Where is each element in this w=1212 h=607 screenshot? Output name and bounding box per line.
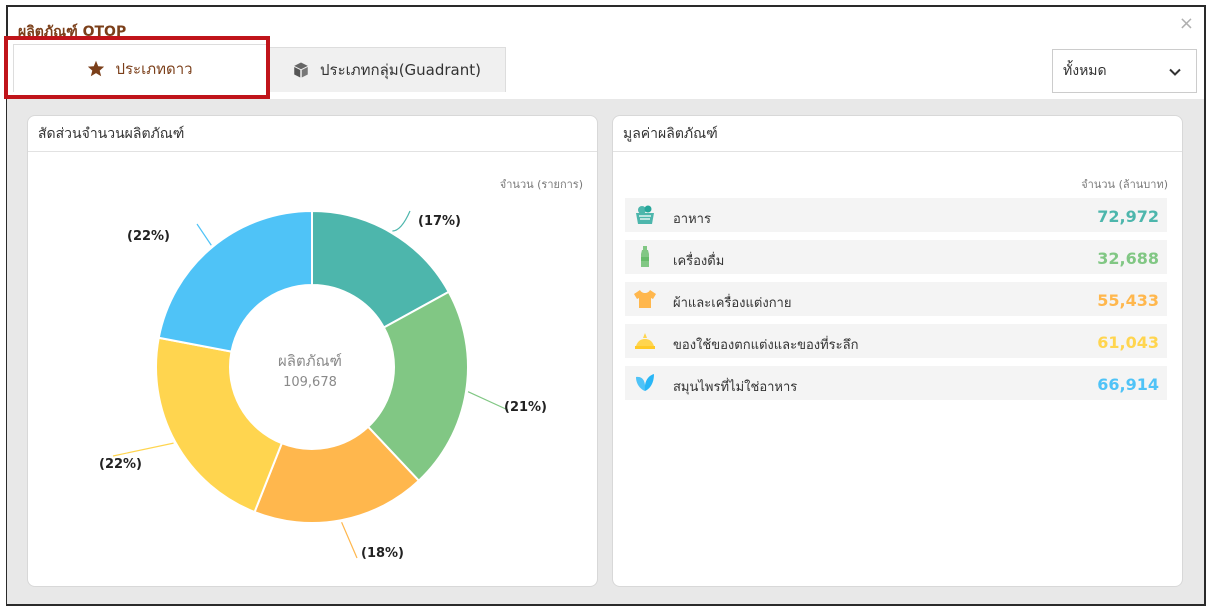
title-bar: ผลิตภัณฑ์ OTOP × [8, 7, 1204, 49]
pct-label-drink: (21%) [504, 400, 547, 415]
category-filter-select[interactable]: ทั้งหมด [1052, 49, 1197, 93]
center-label: ผลิตภัณฑ์ [278, 352, 342, 370]
row-value: 32,688 [1097, 249, 1159, 268]
leader-line-herb [196, 223, 212, 246]
unit-label: จำนวน (ล้านบาท) [1081, 178, 1168, 191]
row-name: สมุนไพรที่ไม่ใช่อาหาร [673, 380, 798, 395]
pct-label-cloth: (18%) [361, 546, 404, 561]
souvenir-icon [633, 330, 657, 352]
product-share-card: สัดส่วนจำนวนผลิตภัณฑ์ จำนวน (รายการ) ผลิ… [27, 115, 598, 587]
pct-label-souvenir: (22%) [99, 457, 142, 472]
star-icon [87, 60, 105, 77]
value-row-cloth: ผ้าและเครื่องแต่งกาย 55,433 [625, 282, 1167, 316]
row-value: 66,914 [1097, 375, 1159, 394]
leader-line-drink [467, 391, 509, 411]
leader-line-souvenir [112, 442, 174, 457]
box-icon [292, 61, 310, 79]
row-value: 61,043 [1097, 333, 1159, 352]
tab-star-type[interactable]: ประเภทดาว [13, 44, 267, 92]
value-row-souvenir: ของใช้ของตกแต่งและของที่ระลึก 61,043 [625, 324, 1167, 358]
row-name: อาหาร [673, 212, 711, 227]
select-value: ทั้งหมด [1063, 63, 1107, 79]
donut-slice-herb[interactable] [157, 209, 313, 353]
row-value: 55,433 [1097, 291, 1159, 310]
row-name: เครื่องดื่ม [673, 254, 725, 269]
row-name: ของใช้ของตกแต่งและของที่ระลึก [673, 338, 859, 353]
tab-quadrant-type[interactable]: ประเภทกลุ่ม(Guadrant) [267, 47, 506, 92]
pct-label-herb: (22%) [127, 229, 170, 244]
donut-center: ผลิตภัณฑ์ 109,678 [240, 349, 380, 390]
value-row-food: อาหาร 72,972 [625, 198, 1167, 232]
value-row-drink: เครื่องดื่ม 32,688 [625, 240, 1167, 274]
center-value: 109,678 [283, 375, 337, 390]
chevron-down-icon [1168, 64, 1182, 83]
tab-quadrant-type-label: ประเภทกลุ่ม(Guadrant) [320, 61, 481, 79]
window-title: ผลิตภัณฑ์ OTOP [18, 24, 127, 40]
value-row-herb: สมุนไพรที่ไม่ใช่อาหาร 66,914 [625, 366, 1167, 400]
leader-line-cloth [341, 521, 358, 559]
pct-label-food: (17%) [418, 214, 461, 229]
leader-line-food [392, 210, 411, 232]
card-title: มูลค่าผลิตภัณฑ์ [613, 116, 1182, 152]
food-basket-icon [633, 204, 657, 226]
row-name: ผ้าและเครื่องแต่งกาย [673, 296, 792, 311]
product-value-card: มูลค่าผลิตภัณฑ์ จำนวน (ล้านบาท) อาหาร 72… [612, 115, 1183, 587]
close-icon[interactable]: × [1179, 13, 1194, 34]
tab-star-type-label: ประเภทดาว [115, 59, 193, 78]
leaf-icon [633, 372, 657, 394]
row-value: 72,972 [1097, 207, 1159, 226]
bottle-icon [633, 246, 657, 268]
shirt-icon [633, 288, 657, 310]
